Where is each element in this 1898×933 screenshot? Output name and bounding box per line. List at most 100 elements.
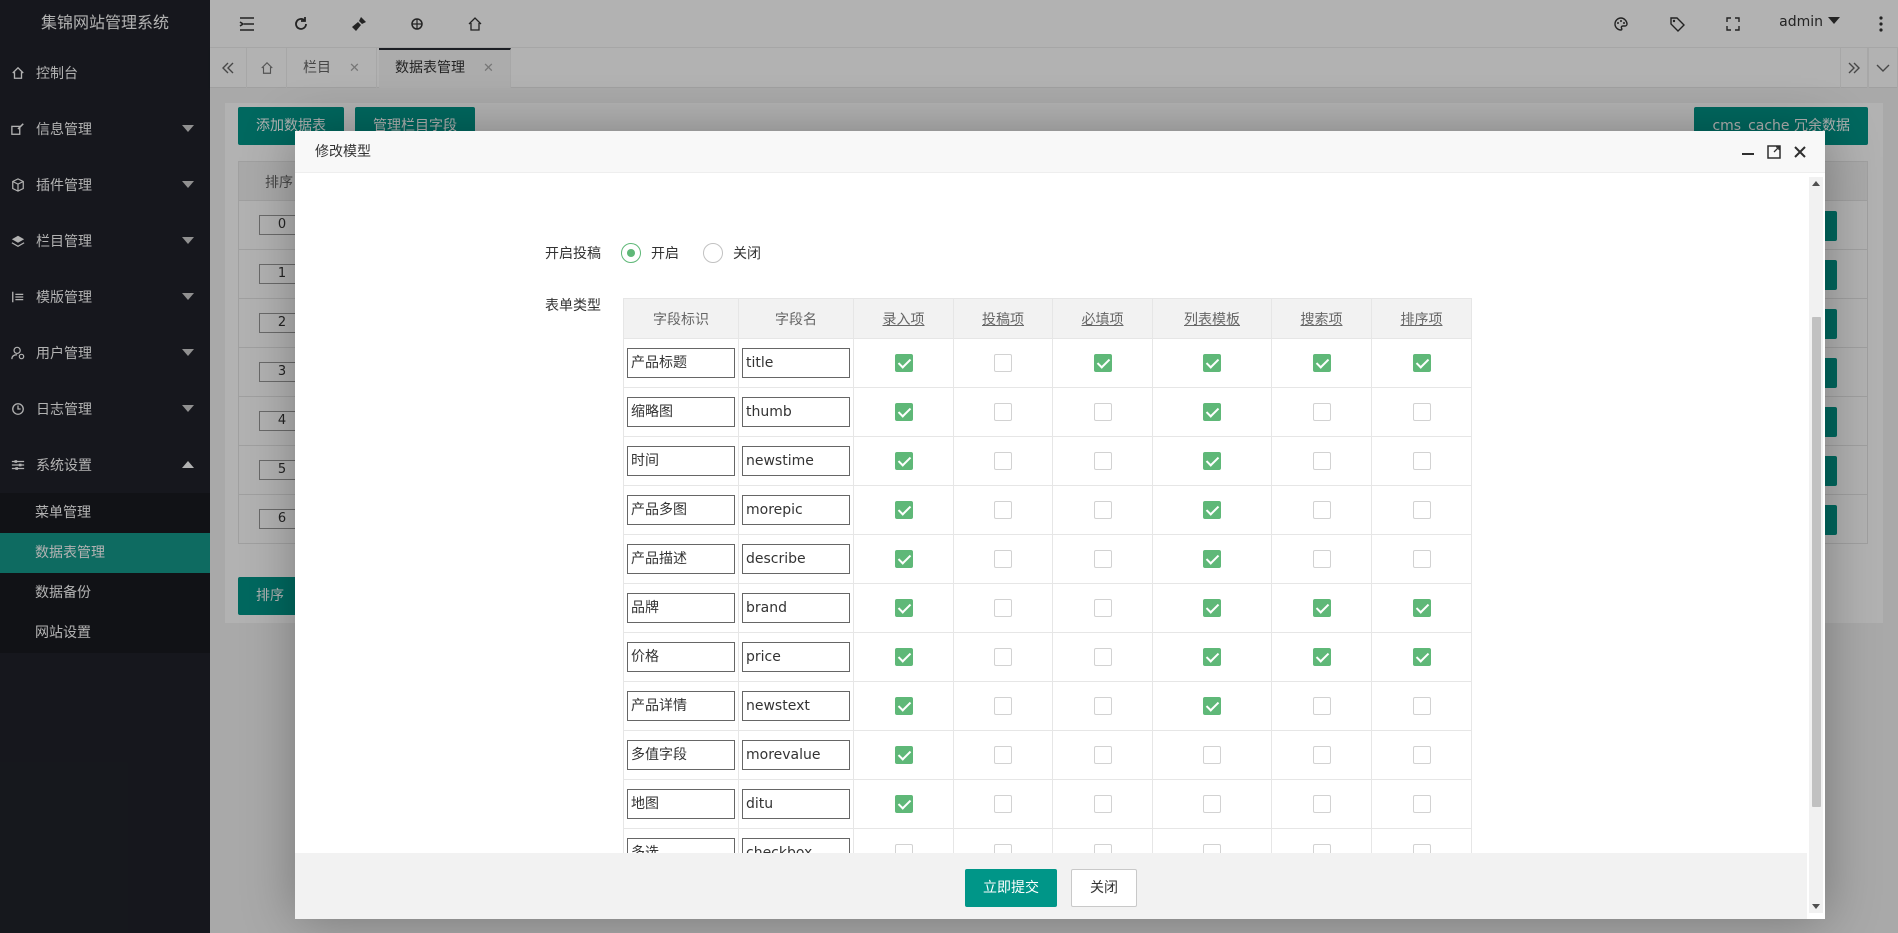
checkbox[interactable]	[1093, 844, 1112, 853]
checkbox[interactable]	[894, 403, 913, 421]
checkbox[interactable]	[1412, 403, 1431, 421]
checkbox[interactable]	[1312, 452, 1331, 470]
field-label-input[interactable]: 产品描述	[627, 544, 735, 574]
field-label-input[interactable]: 时间	[627, 446, 735, 476]
field-name-input[interactable]: ditu	[742, 789, 850, 819]
checkbox[interactable]	[894, 550, 913, 568]
field-label-input[interactable]: 品牌	[627, 593, 735, 623]
checkbox[interactable]	[1203, 501, 1221, 519]
checkbox[interactable]	[1412, 648, 1431, 666]
close-icon[interactable]	[1791, 143, 1809, 161]
checkbox[interactable]	[1412, 697, 1431, 715]
checkbox[interactable]	[994, 403, 1012, 421]
checkbox[interactable]	[1312, 550, 1331, 568]
field-label-input[interactable]: 缩略图	[627, 397, 735, 427]
checkbox[interactable]	[1412, 795, 1431, 813]
field-name-input[interactable]: describe	[742, 544, 850, 574]
scroll-up-icon[interactable]	[1812, 181, 1820, 186]
checkbox[interactable]	[1093, 354, 1112, 372]
checkbox[interactable]	[994, 354, 1012, 372]
checkbox[interactable]	[1093, 697, 1112, 715]
checkbox[interactable]	[1093, 648, 1112, 666]
checkbox[interactable]	[1093, 501, 1112, 519]
checkbox[interactable]	[1203, 354, 1221, 372]
scroll-thumb[interactable]	[1812, 317, 1821, 807]
field-label-input[interactable]: 地图	[627, 789, 735, 819]
checkbox[interactable]	[1203, 697, 1221, 715]
checkbox[interactable]	[1312, 746, 1331, 764]
checkbox[interactable]	[994, 697, 1012, 715]
field-name-input[interactable]: title	[742, 348, 850, 378]
column-header[interactable]: 投稿项	[953, 298, 1053, 339]
checkbox[interactable]	[894, 599, 913, 617]
checkbox[interactable]	[1203, 795, 1221, 813]
minimize-icon[interactable]	[1739, 143, 1757, 161]
field-label-input[interactable]: 产品详情	[627, 691, 735, 721]
field-name-input[interactable]: morepic	[742, 495, 850, 525]
column-header[interactable]: 搜索项	[1271, 298, 1372, 339]
radio-disable[interactable]: 关闭	[703, 243, 761, 263]
field-name-input[interactable]: checkbox	[742, 838, 850, 853]
checkbox[interactable]	[1412, 746, 1431, 764]
field-label-input[interactable]: 多值字段	[627, 740, 735, 770]
checkbox[interactable]	[894, 697, 913, 715]
checkbox[interactable]	[1203, 452, 1221, 470]
close-button[interactable]: 关闭	[1071, 869, 1137, 907]
checkbox[interactable]	[894, 501, 913, 519]
field-label-input[interactable]: 产品标题	[627, 348, 735, 378]
checkbox[interactable]	[994, 648, 1012, 666]
dialog-scrollbar[interactable]	[1809, 177, 1823, 913]
checkbox[interactable]	[994, 452, 1012, 470]
field-name-input[interactable]: morevalue	[742, 740, 850, 770]
checkbox[interactable]	[994, 844, 1012, 853]
checkbox[interactable]	[1412, 844, 1431, 853]
checkbox[interactable]	[1093, 746, 1112, 764]
field-name-input[interactable]: price	[742, 642, 850, 672]
column-header[interactable]: 排序项	[1371, 298, 1472, 339]
submit-button[interactable]: 立即提交	[965, 869, 1057, 907]
checkbox[interactable]	[1312, 844, 1331, 853]
checkbox[interactable]	[1312, 795, 1331, 813]
field-label-input[interactable]: 价格	[627, 642, 735, 672]
checkbox[interactable]	[1093, 403, 1112, 421]
checkbox[interactable]	[1093, 795, 1112, 813]
checkbox[interactable]	[894, 746, 913, 764]
field-name-input[interactable]: newstime	[742, 446, 850, 476]
field-label-input[interactable]: 多选	[627, 838, 735, 853]
field-label-input[interactable]: 产品多图	[627, 495, 735, 525]
checkbox[interactable]	[1312, 648, 1331, 666]
checkbox[interactable]	[1412, 501, 1431, 519]
checkbox[interactable]	[894, 844, 913, 853]
checkbox[interactable]	[1203, 550, 1221, 568]
field-name-input[interactable]: newstext	[742, 691, 850, 721]
checkbox[interactable]	[994, 795, 1012, 813]
checkbox[interactable]	[1203, 599, 1221, 617]
column-header[interactable]: 列表模板	[1152, 298, 1272, 339]
scroll-down-icon[interactable]	[1812, 904, 1820, 909]
field-name-input[interactable]: thumb	[742, 397, 850, 427]
checkbox[interactable]	[894, 795, 913, 813]
checkbox[interactable]	[894, 354, 913, 372]
checkbox[interactable]	[1412, 550, 1431, 568]
checkbox[interactable]	[894, 452, 913, 470]
checkbox[interactable]	[894, 648, 913, 666]
checkbox[interactable]	[1203, 403, 1221, 421]
checkbox[interactable]	[1412, 452, 1431, 470]
radio-enable[interactable]: 开启	[621, 243, 679, 263]
checkbox[interactable]	[1412, 599, 1431, 617]
checkbox[interactable]	[1312, 697, 1331, 715]
checkbox[interactable]	[1093, 599, 1112, 617]
checkbox[interactable]	[994, 501, 1012, 519]
checkbox[interactable]	[994, 746, 1012, 764]
checkbox[interactable]	[1412, 354, 1431, 372]
checkbox[interactable]	[1203, 746, 1221, 764]
checkbox[interactable]	[1203, 648, 1221, 666]
column-header[interactable]: 录入项	[853, 298, 954, 339]
field-name-input[interactable]: brand	[742, 593, 850, 623]
checkbox[interactable]	[1312, 599, 1331, 617]
checkbox[interactable]	[1312, 403, 1331, 421]
checkbox[interactable]	[994, 599, 1012, 617]
checkbox[interactable]	[1312, 501, 1331, 519]
checkbox[interactable]	[1093, 452, 1112, 470]
checkbox[interactable]	[1093, 550, 1112, 568]
